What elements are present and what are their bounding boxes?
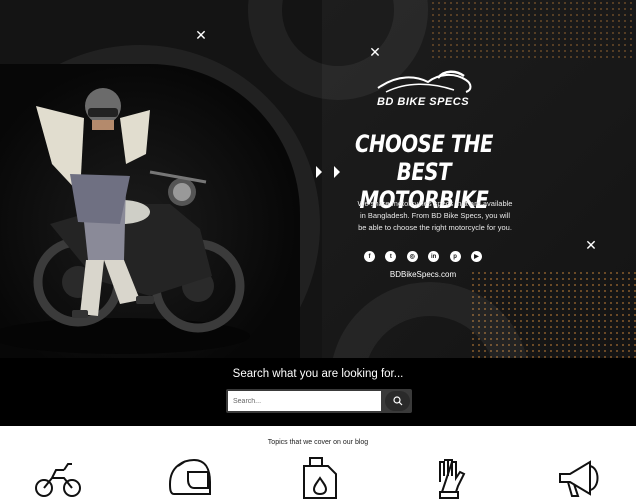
close-mark-1: ✕: [195, 27, 207, 43]
hero-section: ✕ ✕ ✕ BD BIKE SPECS CHOOSE THE BEST MOTO…: [0, 0, 636, 358]
helmet-icon[interactable]: [164, 456, 212, 500]
search-input[interactable]: [228, 391, 381, 411]
search-button[interactable]: [385, 391, 410, 411]
close-mark-3: ✕: [585, 237, 597, 253]
hero-description: We share motorcycles specs that are avai…: [357, 199, 513, 232]
hero-headline-line1: CHOOSE THE BEST: [354, 130, 494, 186]
pinterest-icon[interactable]: p: [449, 251, 461, 262]
facebook-icon[interactable]: f: [364, 251, 375, 262]
youtube-icon[interactable]: ▶: [470, 251, 482, 262]
close-mark-2: ✕: [369, 44, 381, 60]
search-heading: Search what you are looking for...: [232, 368, 404, 380]
fuel-can-icon[interactable]: [296, 456, 344, 500]
glove-icon[interactable]: [426, 456, 474, 500]
social-links: f t ◎ in p ▶: [364, 251, 482, 263]
play-arrows-icon: [316, 166, 340, 178]
instagram-icon[interactable]: ◎: [406, 251, 418, 262]
motorcycle-icon[interactable]: [34, 456, 82, 500]
linkedin-icon[interactable]: in: [428, 251, 440, 262]
topics-heading: Topics that we cover on our blog: [267, 439, 369, 446]
site-link[interactable]: BDBikeSpecs.com: [370, 270, 476, 279]
megaphone-icon[interactable]: [556, 456, 604, 500]
rider-photo: [0, 64, 300, 358]
search-icon: [392, 396, 402, 406]
brand-logo-text: BD BIKE SPECS: [376, 96, 470, 108]
dot-pattern-top: [430, 0, 636, 60]
twitter-icon[interactable]: t: [385, 251, 397, 262]
